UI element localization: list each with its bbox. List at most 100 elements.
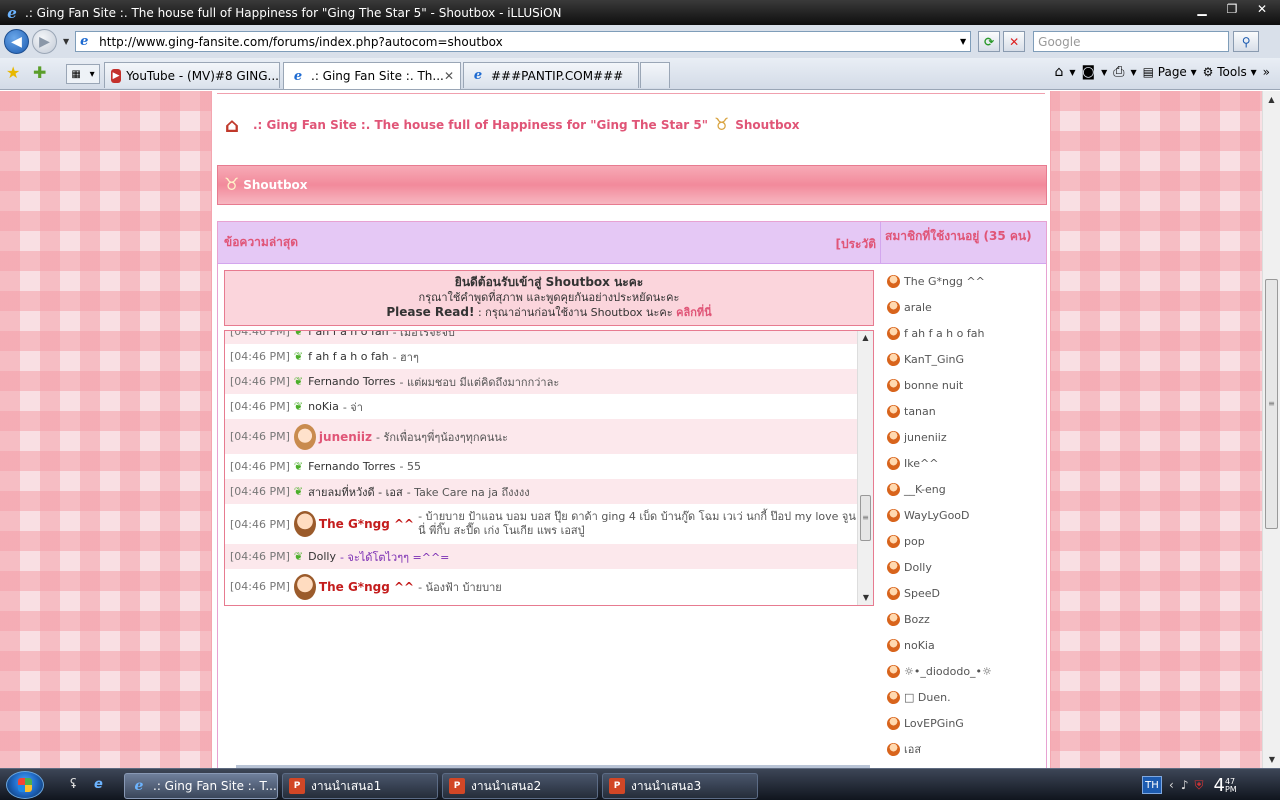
tools-menu-button[interactable]: ⚙ Tools ▾ — [1203, 65, 1257, 79]
taskbar-item-label: งานนำเสนอ3 — [631, 778, 702, 793]
message-list[interactable]: [04:46 PM] ❦ f ah f a h o fah - เมื่อไรจะจบ… — [224, 330, 874, 606]
message-author[interactable]: Fernando Torres — [308, 375, 395, 388]
close-tab-icon[interactable]: ✕ — [444, 69, 454, 83]
scroll-down-arrow[interactable]: ▼ — [858, 591, 873, 605]
history-link[interactable]: [ประวัติ — [835, 235, 876, 254]
member-item[interactable]: f ah f a h o fah — [882, 320, 1046, 346]
clock[interactable]: 4 47 PM — [1214, 775, 1237, 796]
security-shield-icon[interactable]: ⛨ — [1194, 778, 1203, 793]
member-item[interactable]: Ike^^ — [882, 450, 1046, 476]
refresh-button[interactable]: ⟳ — [978, 31, 1001, 52]
minimize-button[interactable]: ▁ — [1188, 0, 1216, 18]
clock-ampm: PM — [1224, 784, 1237, 794]
message-author[interactable]: f ah f a h o fah — [308, 350, 388, 363]
member-item[interactable]: noKia — [882, 632, 1046, 658]
bunny-icon: ♉ — [224, 175, 240, 195]
url-dropdown-icon[interactable]: ▼ — [960, 37, 966, 46]
member-item[interactable]: tanan — [882, 398, 1046, 424]
page-scroll-down-arrow[interactable]: ▼ — [1263, 751, 1280, 768]
system-tray: TH ‹ ♪ ⛨ 4 47 PM — [1140, 769, 1280, 800]
member-item[interactable]: pop — [882, 528, 1046, 554]
user-avatar[interactable] — [293, 573, 316, 600]
member-item[interactable]: Bozz — [882, 606, 1046, 632]
quicklaunch-ie-icon[interactable]: e — [94, 777, 103, 792]
taskbar-item-presentation-1[interactable]: P งานนำเสนอ1 — [282, 773, 438, 799]
member-item[interactable]: เอส — [882, 736, 1046, 762]
page-scroll-thumb[interactable]: ≡ — [1265, 279, 1278, 529]
member-name: pop — [904, 534, 925, 548]
search-button[interactable]: ⚲ — [1233, 31, 1260, 52]
back-button[interactable]: ◀ — [4, 29, 29, 54]
forward-button[interactable]: ▶ — [32, 29, 57, 54]
member-item[interactable]: The G*ngg ^^ — [882, 268, 1046, 294]
print-icon[interactable]: ⎙ — [1113, 64, 1124, 80]
tab-youtube[interactable]: ▶ YouTube - (MV)#8 GING... — [104, 62, 280, 88]
search-input[interactable]: Google — [1033, 31, 1230, 52]
scroll-thumb[interactable]: ≡ — [860, 495, 871, 541]
add-favorite-icon[interactable]: ✚ — [33, 63, 46, 82]
close-window-button[interactable]: ✕ — [1248, 0, 1276, 18]
volume-icon[interactable]: ♪ — [1181, 778, 1189, 792]
member-item[interactable]: LovEPGinG — [882, 710, 1046, 736]
feeds-icon[interactable]: ◙ — [1082, 64, 1096, 80]
message-author[interactable]: Fernando Torres — [308, 460, 395, 473]
language-indicator[interactable]: TH — [1142, 776, 1162, 794]
message-author[interactable]: juneniiz — [319, 430, 372, 444]
message-author[interactable]: f ah f a h o fah — [308, 331, 388, 338]
history-dropdown-icon[interactable]: ▼ — [63, 37, 69, 46]
print-dropdown-icon[interactable]: ▼ — [1130, 68, 1136, 77]
member-item[interactable]: □ Duen. — [882, 684, 1046, 710]
breadcrumb-section-link[interactable]: Shoutbox — [735, 118, 799, 132]
taskbar-item-ie[interactable]: e .: Ging Fan Site :. T... — [124, 773, 278, 799]
member-item[interactable]: __K-eng — [882, 476, 1046, 502]
taskbar-item-presentation-2[interactable]: P งานนำเสนอ2 — [442, 773, 598, 799]
click-here-link[interactable]: คลิกที่นี่ — [676, 306, 712, 319]
taskbar-item-presentation-3[interactable]: P งานนำเสนอ3 — [602, 773, 758, 799]
page-scroll-up-arrow[interactable]: ▲ — [1263, 91, 1280, 108]
quick-tabs-icon: ▦ — [71, 68, 81, 80]
message-scrollbar[interactable]: ▲ ≡ ▼ — [857, 331, 873, 605]
favorites-star-icon[interactable]: ★ — [6, 63, 20, 82]
member-user-icon — [887, 508, 900, 522]
scroll-up-arrow[interactable]: ▲ — [858, 331, 873, 345]
home-dropdown-icon[interactable]: ▼ — [1069, 68, 1075, 77]
breadcrumb-site-link[interactable]: .: Ging Fan Site :. The house full of Ha… — [253, 118, 708, 132]
maximize-button[interactable]: ❐ — [1218, 0, 1246, 18]
message-author[interactable]: noKia — [308, 400, 339, 413]
tray-expand-icon[interactable]: ‹ — [1169, 778, 1174, 792]
address-input[interactable]: e http://www.ging-fansite.com/forums/ind… — [75, 31, 972, 52]
message-text: - จ่า — [342, 400, 363, 414]
message-author[interactable]: The G*ngg ^^ — [319, 580, 414, 594]
member-item[interactable]: WayLyGooD — [882, 502, 1046, 528]
user-avatar[interactable] — [293, 423, 316, 450]
message-time: [04:46 PM] — [230, 460, 290, 473]
home-icon[interactable]: ⌂ — [1054, 64, 1063, 80]
quick-tabs-button[interactable]: ▦ ▾ — [66, 64, 100, 84]
member-item[interactable]: ☼•_diododo_•☼ — [882, 658, 1046, 684]
member-item[interactable]: KanT_GinG — [882, 346, 1046, 372]
new-tab-button[interactable] — [640, 62, 670, 88]
tab-ging-fan-site[interactable]: e .: Ging Fan Site :. Th... ✕ — [283, 62, 461, 89]
tab-pantip[interactable]: e ###PANTIP.COM### — [463, 62, 639, 88]
powerpoint-icon: P — [289, 778, 305, 794]
message-author[interactable]: Dolly — [308, 550, 336, 563]
message-author[interactable]: The G*ngg ^^ — [319, 517, 414, 531]
member-name: Ike^^ — [904, 456, 939, 470]
member-item[interactable]: bonne nuit — [882, 372, 1046, 398]
quicklaunch-app-icon[interactable]: ʢ — [70, 777, 77, 792]
feeds-dropdown-icon[interactable]: ▼ — [1101, 68, 1107, 77]
stop-button[interactable]: ✕ — [1003, 31, 1026, 52]
member-item[interactable]: Dolly — [882, 554, 1046, 580]
toolbar-overflow-icon[interactable]: » — [1263, 65, 1270, 79]
start-button[interactable] — [6, 771, 44, 799]
tab-list-dropdown-icon[interactable]: ▾ — [90, 69, 95, 80]
page-menu-button[interactable]: ▤ Page ▾ — [1143, 65, 1197, 79]
member-item[interactable]: juneniiz — [882, 424, 1046, 450]
message-author[interactable]: สายลมที่หวังดี - เอส — [308, 483, 403, 501]
member-name: Dolly — [904, 560, 932, 574]
member-item[interactable]: SpeeD — [882, 580, 1046, 606]
please-read-label: Please Read! — [386, 305, 475, 319]
member-item[interactable]: arale — [882, 294, 1046, 320]
user-avatar[interactable] — [293, 511, 316, 537]
page-scrollbar[interactable]: ▲ ≡ ▼ — [1262, 91, 1280, 768]
